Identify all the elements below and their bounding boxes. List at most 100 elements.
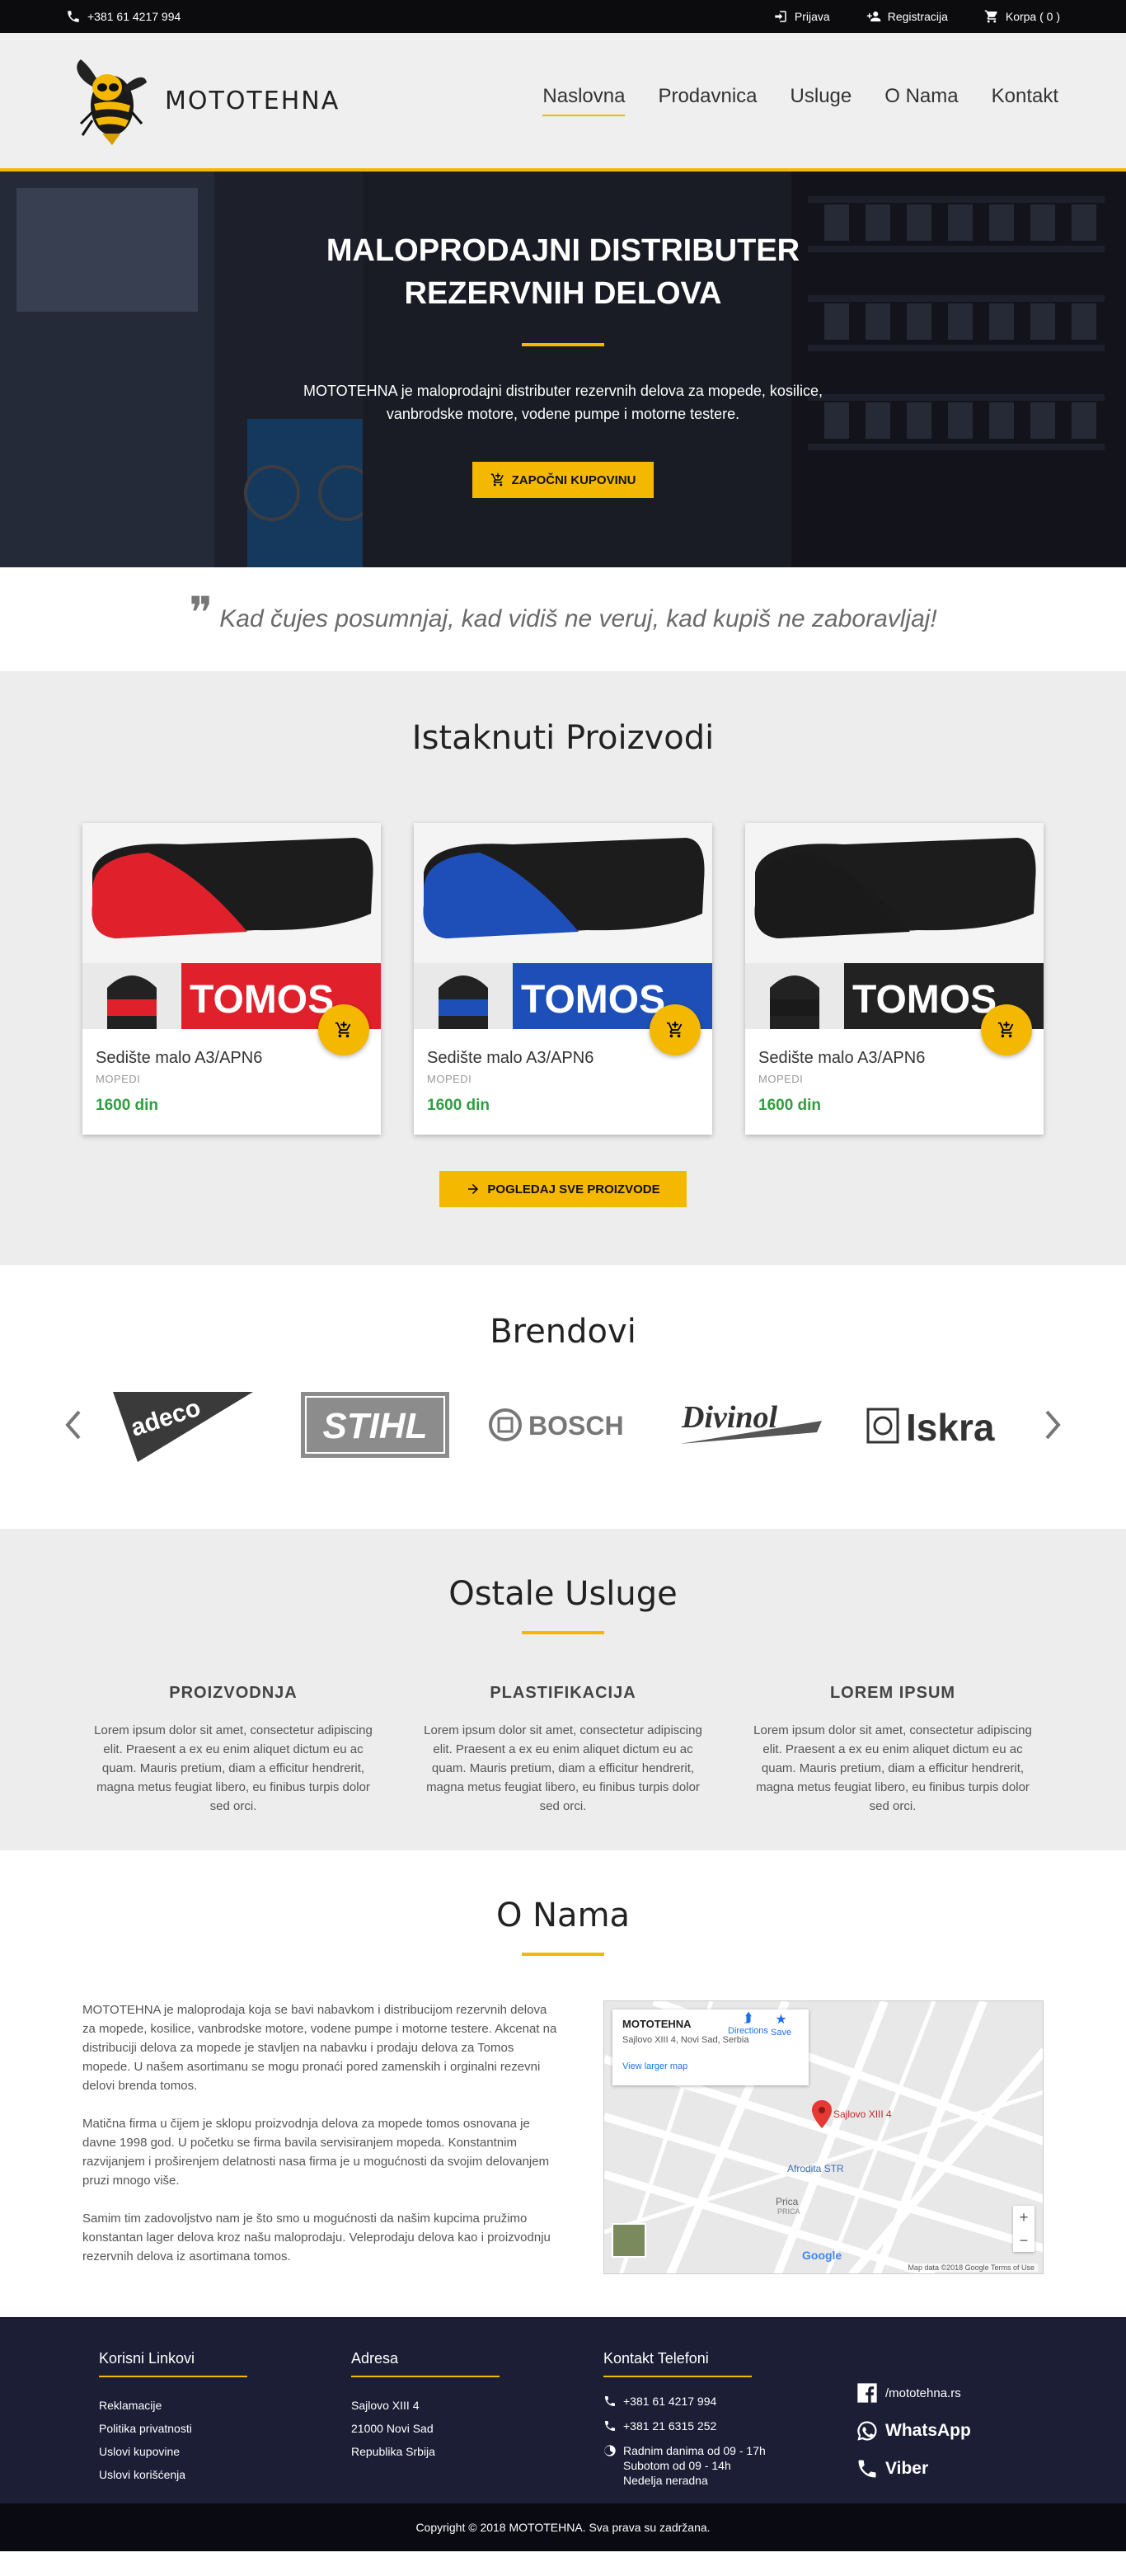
view-all-products-label: POGLEDAJ SVE PROIZVODE bbox=[487, 1182, 660, 1196]
bosch-logo-icon: BOSCH bbox=[489, 1408, 624, 1441]
topbar-phone[interactable]: +381 61 4217 994 bbox=[66, 9, 181, 24]
product-card[interactable]: TOMOS Sedište malo A3/APN6 MOPEDI 1600 din bbox=[82, 823, 381, 1135]
register-link[interactable]: Registracija bbox=[866, 9, 948, 24]
about-title: O Nama bbox=[495, 1897, 631, 1934]
quote-mark-icon: ❞ bbox=[189, 586, 213, 639]
footer-link-purchase-terms[interactable]: Uslovi kupovine bbox=[99, 2445, 180, 2458]
hero-text: MOTOTEHNA je maloprodajni distributer re… bbox=[303, 383, 823, 422]
facebook-link[interactable]: /mototehna.rs bbox=[856, 2381, 1108, 2404]
clock-icon bbox=[604, 2445, 616, 2456]
service-text: Lorem ipsum dolor sit amet, consectetur … bbox=[424, 1723, 702, 1813]
phone-icon bbox=[605, 2421, 615, 2431]
nav-item-o-nama[interactable]: O Nama bbox=[884, 85, 958, 116]
adeco-logo-icon: adeco bbox=[113, 1392, 253, 1462]
footer-links-column: Korisni Linkovi Reklamacije Politika pri… bbox=[99, 2350, 351, 2498]
hours-line: Nedelja neradna bbox=[623, 2474, 708, 2487]
cart-plus-icon bbox=[666, 1021, 683, 1038]
products-grid: TOMOS Sedište malo A3/APN6 MOPEDI 1600 din T… bbox=[0, 823, 1126, 1135]
brands-carousel: adeco STIHL BOSCH Divinol Iskra bbox=[0, 1384, 1126, 1466]
brand-logo-iskra[interactable]: Iskra bbox=[845, 1384, 1033, 1466]
site-footer: Korisni Linkovi Reklamacije Politika pri… bbox=[0, 2317, 1126, 2551]
product-card[interactable]: TOMOS Sedište malo A3/APN6 MOPEDI 1600 din bbox=[414, 823, 712, 1135]
view-larger-map-link[interactable]: View larger map bbox=[622, 2061, 799, 2071]
register-label: Registracija bbox=[887, 10, 948, 23]
carousel-next-button[interactable] bbox=[1033, 1408, 1074, 1441]
map-poi-afrodita: Afrodita STR bbox=[787, 2163, 844, 2174]
whatsapp-link[interactable]: WhatsApp bbox=[856, 2419, 1108, 2442]
footer-link-privacy[interactable]: Politika privatnosti bbox=[99, 2422, 192, 2435]
brand-logo-stihl[interactable]: STIHL bbox=[281, 1384, 469, 1466]
map-credit: Map data ©2018 Google Terms of Use bbox=[904, 2263, 1038, 2272]
product-card[interactable]: TOMOS Sedište malo A3/APN6 MOPEDI 1600 din bbox=[745, 823, 1044, 1135]
login-link[interactable]: Prijava bbox=[773, 9, 830, 24]
hero-banner: MALOPRODAJNI DISTRIBUTER REZERVNIH DELOV… bbox=[0, 172, 1126, 567]
nav-item-kontakt[interactable]: Kontakt bbox=[992, 85, 1058, 116]
brand-home-link[interactable]: MOTOTEHNA bbox=[69, 54, 340, 147]
google-map[interactable]: MOTOTEHNA Sajlovo XIII 4, Novi Sad, Serb… bbox=[603, 2000, 1044, 2274]
footer-phone-1[interactable]: +381 61 4217 994 bbox=[603, 2394, 856, 2409]
copyright-bar: Copyright © 2018 MOTOTEHNA. Sva prava su… bbox=[0, 2503, 1126, 2551]
footer-working-hours: Radnim danima od 09 - 17h Subotom od 09 … bbox=[603, 2443, 856, 2488]
brand-logo-divinol[interactable]: Divinol bbox=[657, 1384, 845, 1466]
brands-section: Brendovi adeco STIHL BOSCH Divinol Iskra bbox=[0, 1265, 1126, 1529]
about-paragraph: Matična firma u čijem je sklopu proizvod… bbox=[82, 2117, 550, 2188]
brand-logo-bosch[interactable]: BOSCH bbox=[469, 1384, 657, 1466]
product-image[interactable]: TOMOS bbox=[414, 823, 712, 1029]
product-category: MOPEDI bbox=[427, 1073, 472, 1085]
chevron-right-icon bbox=[1045, 1410, 1061, 1440]
nav-item-usluge[interactable]: Usluge bbox=[791, 85, 852, 116]
hours-line: Radnim danima od 09 - 17h bbox=[623, 2444, 766, 2457]
divinol-logo-icon: Divinol bbox=[680, 1400, 822, 1444]
facebook-label: /mototehna.rs bbox=[885, 2386, 961, 2400]
cart-link[interactable]: Korpa ( 0 ) bbox=[984, 9, 1060, 24]
hero-title: MALOPRODAJNI DISTRIBUTER REZERVNIH DELOV… bbox=[326, 233, 800, 311]
product-image[interactable]: TOMOS bbox=[82, 823, 381, 1029]
cart-icon bbox=[984, 10, 997, 23]
map-directions-label: Directions bbox=[728, 2026, 768, 2036]
footer-address-line: 21000 Novi Sad bbox=[351, 2422, 434, 2435]
cart-label: Korpa ( 0 ) bbox=[1005, 10, 1060, 23]
product-image-logo-text: TOMOS bbox=[852, 978, 997, 1022]
brand-name: MOTOTEHNA bbox=[165, 86, 340, 115]
services-divider bbox=[522, 1631, 604, 1634]
footer-link-reklamacije[interactable]: Reklamacije bbox=[99, 2399, 162, 2412]
chevron-left-icon bbox=[65, 1410, 81, 1440]
about-section: O Nama MOTOTEHNA je maloprodaja koja se … bbox=[0, 1850, 1126, 2317]
whatsapp-label: WhatsApp bbox=[885, 2421, 971, 2440]
login-label: Prijava bbox=[794, 10, 830, 23]
add-to-cart-button[interactable] bbox=[318, 1004, 369, 1055]
add-to-cart-button[interactable] bbox=[650, 1004, 701, 1055]
brand-logo-adeco[interactable]: adeco bbox=[93, 1384, 281, 1466]
moped-seat-image: TOMOS bbox=[745, 823, 1044, 1029]
map-save-label: Save bbox=[771, 2028, 792, 2038]
quote-text: Kad čujes posumnjaj, kad vidiš ne veruj,… bbox=[219, 605, 937, 632]
carousel-prev-button[interactable] bbox=[52, 1408, 93, 1441]
product-image[interactable]: TOMOS bbox=[745, 823, 1044, 1029]
map-directions-button[interactable]: ⮭ Directions bbox=[728, 2011, 768, 2036]
hours-line: Subotom od 09 - 14h bbox=[623, 2459, 731, 2472]
zoom-out-button[interactable]: − bbox=[1013, 2229, 1035, 2252]
zoom-in-button[interactable]: + bbox=[1013, 2206, 1035, 2229]
map-poi-prica-sub: PRICA bbox=[777, 2207, 800, 2216]
view-all-products-button[interactable]: POGLEDAJ SVE PROIZVODE bbox=[439, 1171, 687, 1207]
footer-links-title: Korisni Linkovi bbox=[99, 2350, 247, 2377]
moped-seat-image: TOMOS bbox=[414, 823, 712, 1029]
phone-icon bbox=[68, 11, 79, 22]
login-icon bbox=[775, 11, 786, 22]
footer-address-line: Republika Srbija bbox=[351, 2445, 435, 2458]
service-text: Lorem ipsum dolor sit amet, consectetur … bbox=[753, 1723, 1032, 1813]
topbar-phone-text: +381 61 4217 994 bbox=[87, 10, 181, 23]
product-category: MOPEDI bbox=[96, 1073, 141, 1085]
cart-plus-icon bbox=[997, 1021, 1014, 1038]
service-title: LOREM IPSUM bbox=[829, 1684, 956, 1702]
add-to-cart-button[interactable] bbox=[981, 1004, 1032, 1055]
viber-link[interactable]: Viber bbox=[856, 2457, 1108, 2480]
nav-item-prodavnica[interactable]: Prodavnica bbox=[658, 85, 757, 116]
viber-label: Viber bbox=[885, 2459, 929, 2478]
star-icon: ★ bbox=[775, 2013, 787, 2027]
footer-phone-2[interactable]: +381 21 6315 252 bbox=[603, 2419, 856, 2433]
footer-link-terms-of-use[interactable]: Uslovi korišćenja bbox=[99, 2468, 185, 2481]
map-save-button[interactable]: ★ Save bbox=[771, 2011, 791, 2038]
nav-item-naslovna[interactable]: Naslovna bbox=[542, 85, 626, 116]
start-shopping-button[interactable]: ZAPOČNI KUPOVINU bbox=[472, 462, 654, 498]
